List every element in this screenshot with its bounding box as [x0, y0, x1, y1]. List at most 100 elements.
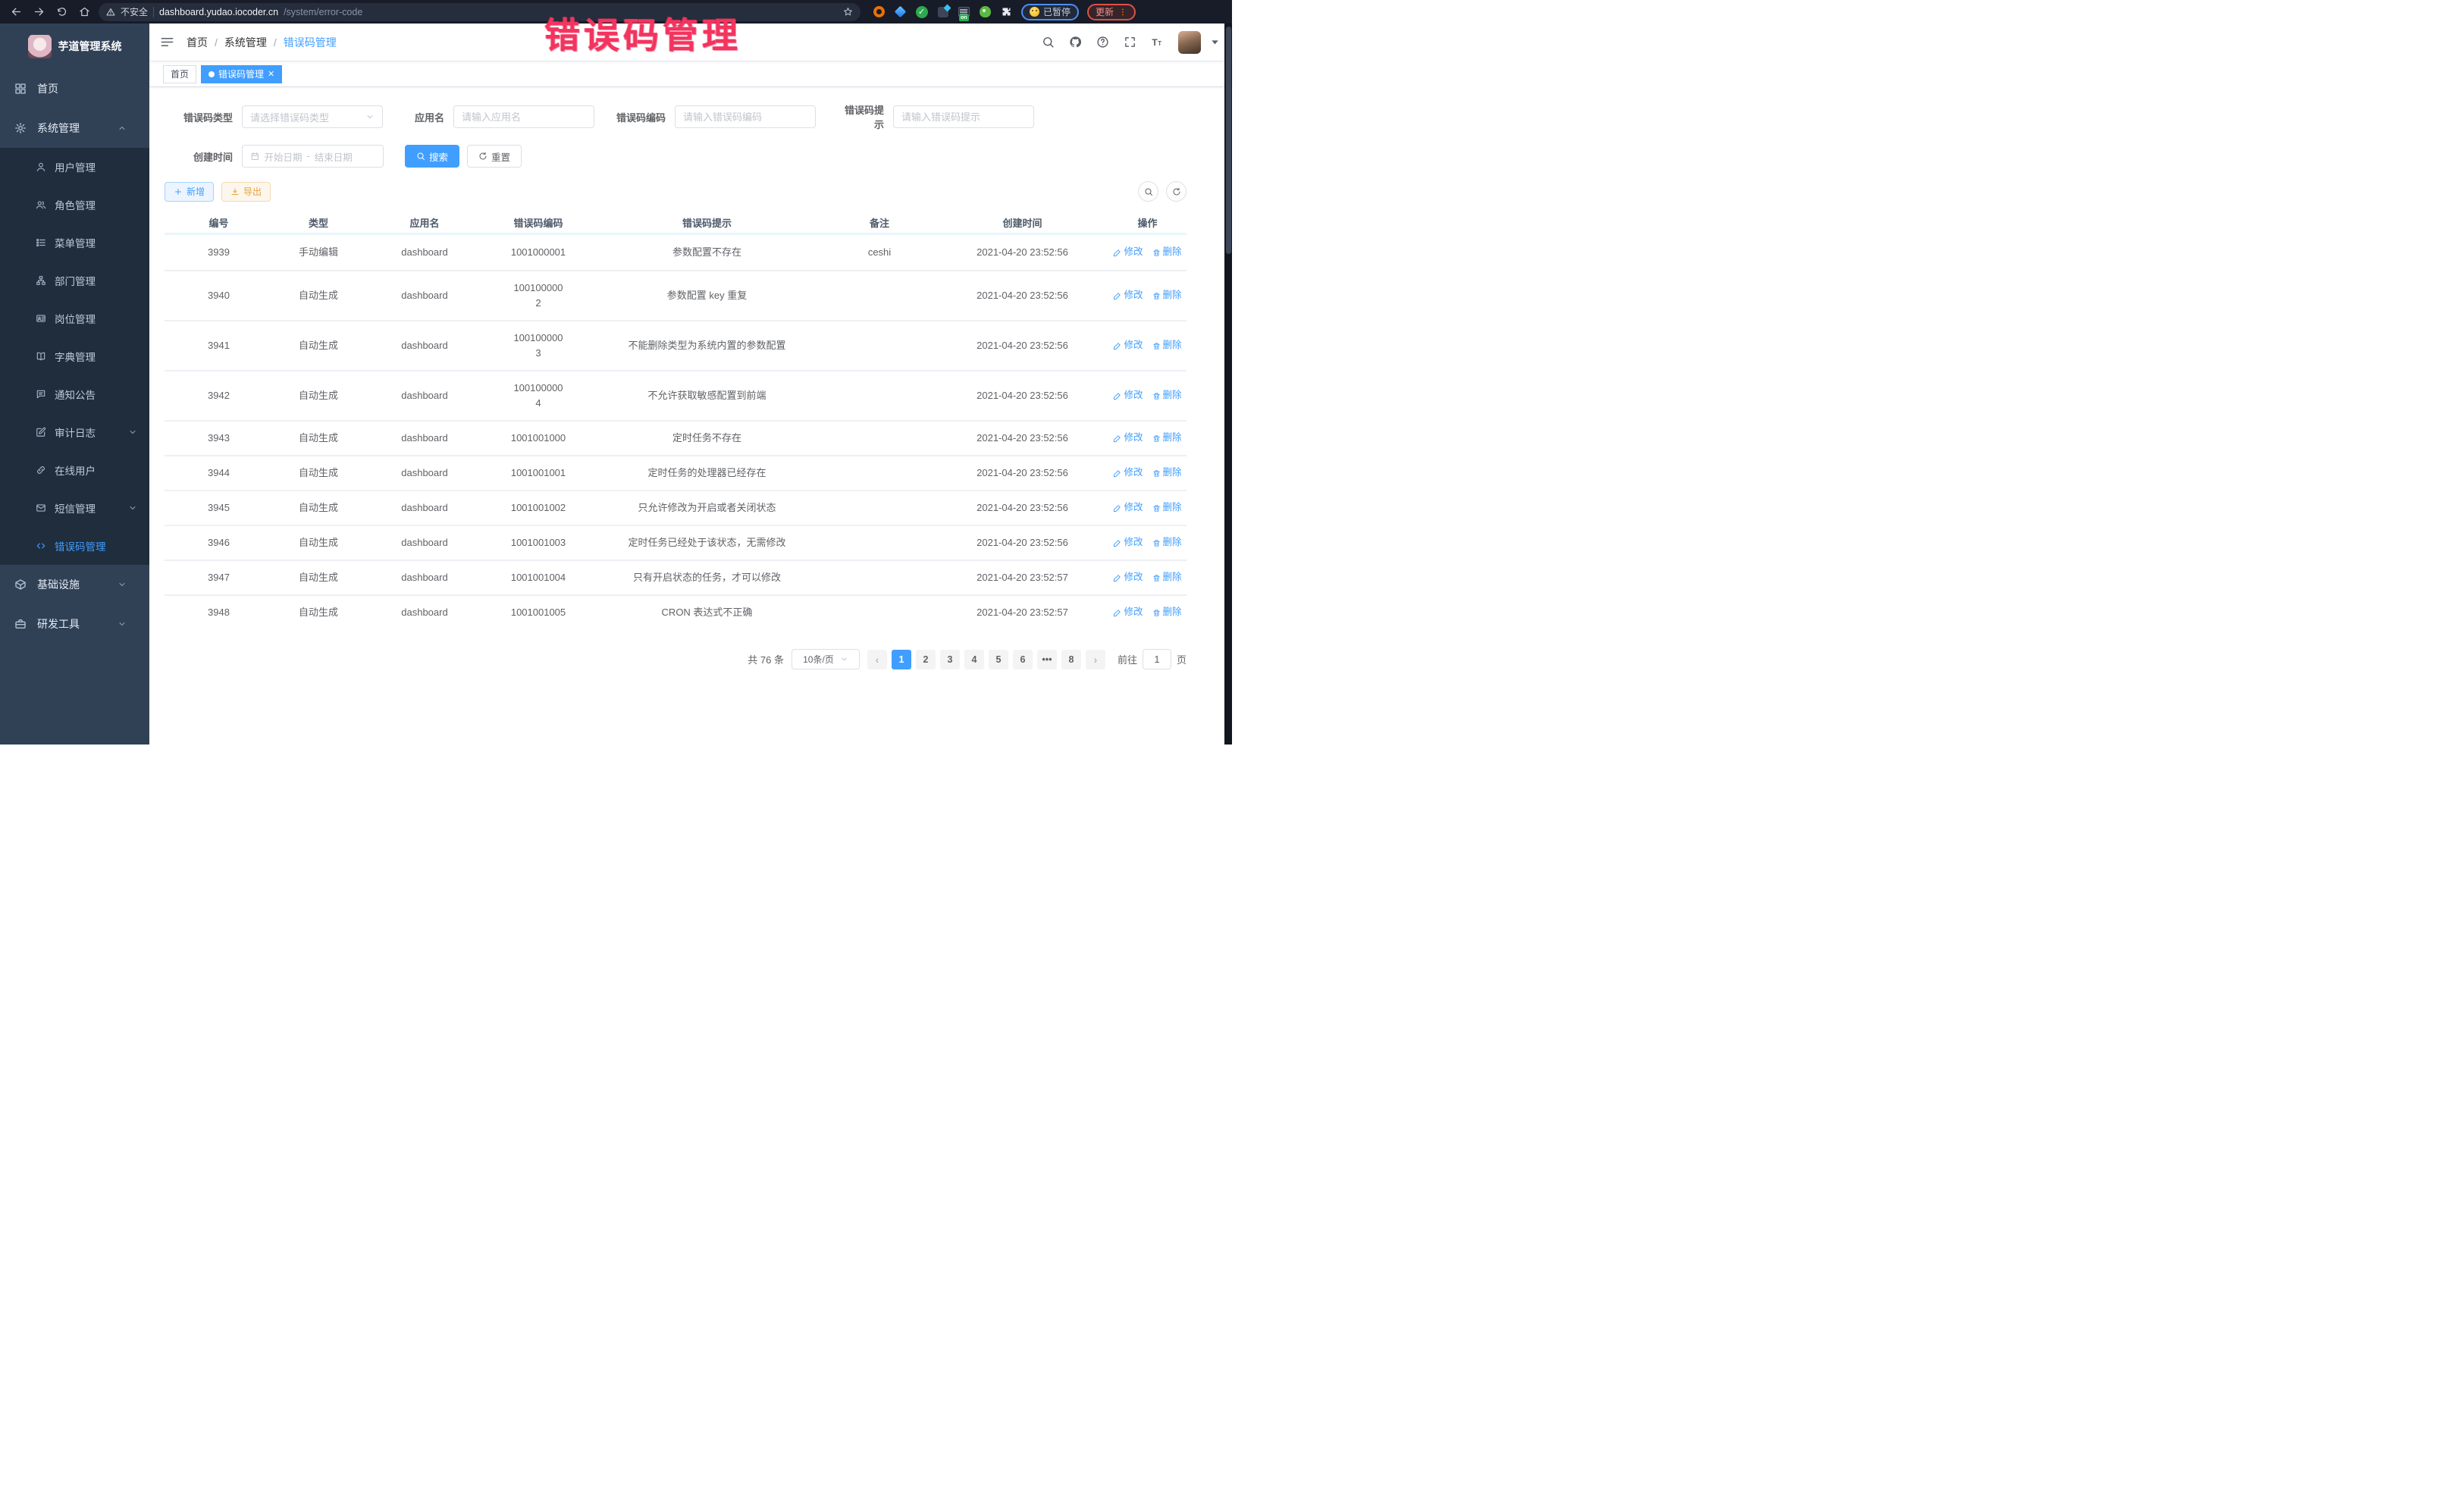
help-icon[interactable]	[1096, 36, 1109, 49]
edit-link[interactable]: 修改	[1113, 431, 1143, 445]
page-button[interactable]: 6	[1013, 650, 1033, 669]
cell-msg: 只有开启状态的任务，才可以修改	[591, 566, 823, 590]
cell-time: 2021-04-20 23:52:56	[936, 426, 1108, 450]
search-button-label: 搜索	[429, 149, 448, 164]
date-range-picker[interactable]: 开始日期 - 结束日期	[242, 145, 384, 168]
address-bar[interactable]: 不安全 dashboard.yudao.iocoder.cn/system/er…	[99, 3, 861, 21]
browser-reload-button[interactable]	[53, 4, 70, 20]
edit-link[interactable]: 修改	[1113, 605, 1143, 619]
sidebar-item-error-code[interactable]: 错误码管理	[0, 527, 149, 565]
sidebar-item-notice[interactable]: 通知公告	[0, 375, 149, 413]
github-icon[interactable]	[1069, 36, 1082, 49]
edit-link[interactable]: 修改	[1113, 338, 1143, 353]
browser-menu-icon[interactable]	[1118, 8, 1127, 17]
page-button[interactable]: 1	[892, 650, 911, 669]
extensions-puzzle-icon[interactable]	[1000, 5, 1013, 18]
sidebar-item-system[interactable]: 系统管理	[0, 108, 149, 148]
profile-paused-chip[interactable]: 已暂停	[1021, 4, 1079, 20]
sidebar-item-devtools[interactable]: 研发工具	[0, 604, 149, 644]
font-size-icon[interactable]: TT	[1151, 36, 1164, 49]
extension-gem-icon[interactable]	[894, 5, 907, 18]
page-size-select[interactable]: 10条/页	[792, 649, 860, 669]
sidebar-item-users[interactable]: 用户管理	[0, 148, 149, 186]
edit-link[interactable]: 修改	[1113, 466, 1143, 480]
tag-close-icon[interactable]: ✕	[268, 69, 274, 79]
sidebar-item-depts[interactable]: 部门管理	[0, 262, 149, 299]
error-code-type-select[interactable]: 请选择错误码类型	[242, 105, 383, 128]
extension-grid-icon[interactable]	[936, 5, 949, 18]
delete-link[interactable]: 删除	[1152, 570, 1182, 585]
cell-code: 100100000 2	[485, 276, 591, 315]
fullscreen-icon[interactable]	[1124, 36, 1136, 49]
breadcrumb-system[interactable]: 系统管理	[224, 35, 267, 50]
edit-link[interactable]: 修改	[1113, 388, 1143, 403]
delete-link[interactable]: 删除	[1152, 431, 1182, 445]
header-search-icon[interactable]	[1042, 36, 1055, 49]
hamburger-icon[interactable]	[160, 35, 174, 49]
bookmark-star-icon[interactable]	[843, 7, 853, 17]
browser-home-button[interactable]	[76, 4, 92, 20]
browser-back-button[interactable]	[8, 4, 24, 20]
edit-link[interactable]: 修改	[1113, 288, 1143, 303]
page-button[interactable]: 8	[1061, 650, 1081, 669]
scrollbar-thumb[interactable]	[1226, 27, 1231, 254]
edit-link[interactable]: 修改	[1113, 570, 1143, 585]
browser-forward-button[interactable]	[30, 4, 47, 20]
refresh-table-button[interactable]	[1166, 181, 1187, 202]
page-button[interactable]: ›	[1086, 650, 1105, 669]
delete-link[interactable]: 删除	[1152, 388, 1182, 403]
logo-image	[28, 35, 52, 58]
delete-link[interactable]: 删除	[1152, 338, 1182, 353]
page-button[interactable]: 4	[964, 650, 984, 669]
sidebar-item-home[interactable]: 首页	[0, 69, 149, 108]
delete-link[interactable]: 删除	[1152, 535, 1182, 550]
sidebar-item-online-users[interactable]: 在线用户	[0, 451, 149, 489]
sidebar-item-infra[interactable]: 基础设施	[0, 565, 149, 604]
export-button[interactable]: 导出	[221, 182, 271, 202]
tag-home[interactable]: 首页	[163, 65, 196, 83]
breadcrumb-home[interactable]: 首页	[187, 35, 208, 50]
tag-error-code[interactable]: 错误码管理 ✕	[201, 65, 282, 83]
sidebar-item-roles[interactable]: 角色管理	[0, 186, 149, 224]
extension-list-icon[interactable]: on	[958, 5, 970, 18]
cell-time: 2021-04-20 23:52:56	[936, 334, 1108, 358]
sidebar-logo[interactable]: 芋道管理系统	[0, 24, 149, 69]
page-button[interactable]: 5	[989, 650, 1008, 669]
cell-remark: ceshi	[823, 240, 936, 265]
edit-link[interactable]: 修改	[1113, 500, 1143, 515]
sidebar-item-menus[interactable]: 菜单管理	[0, 224, 149, 262]
delete-link[interactable]: 删除	[1152, 466, 1182, 480]
add-button[interactable]: 新增	[165, 182, 214, 202]
delete-link[interactable]: 删除	[1152, 288, 1182, 303]
avatar-caret-icon[interactable]	[1208, 36, 1221, 49]
sidebar-item-dict[interactable]: 字典管理	[0, 337, 149, 375]
extension-key-icon[interactable]	[979, 5, 992, 18]
reset-button[interactable]: 重置	[467, 145, 522, 168]
sidebar-item-sms[interactable]: 短信管理	[0, 489, 149, 527]
extension-target-icon[interactable]	[873, 5, 886, 18]
cell-app: dashboard	[364, 531, 485, 555]
breadcrumb-error-code[interactable]: 错误码管理	[284, 35, 337, 50]
page-button[interactable]: 2	[916, 650, 936, 669]
page-button[interactable]: •••	[1037, 650, 1057, 669]
cell-type: 手动编辑	[273, 240, 364, 265]
browser-update-button[interactable]: 更新	[1087, 4, 1136, 20]
edit-link[interactable]: 修改	[1113, 535, 1143, 550]
error-msg-input[interactable]	[901, 111, 1026, 123]
cell-remark	[823, 291, 936, 300]
app-name-input[interactable]	[462, 111, 586, 123]
error-code-input[interactable]	[683, 111, 807, 123]
delete-link[interactable]: 删除	[1152, 605, 1182, 619]
user-avatar[interactable]	[1178, 31, 1201, 54]
page-button[interactable]: ‹	[867, 650, 887, 669]
goto-page-input[interactable]	[1143, 649, 1171, 669]
delete-link[interactable]: 删除	[1152, 245, 1182, 259]
extension-check-icon[interactable]: ✓	[915, 5, 928, 18]
edit-link[interactable]: 修改	[1113, 245, 1143, 259]
page-button[interactable]: 3	[940, 650, 960, 669]
search-button[interactable]: 搜索	[405, 145, 459, 168]
sidebar-item-posts[interactable]: 岗位管理	[0, 299, 149, 337]
toggle-search-button[interactable]	[1138, 181, 1158, 202]
sidebar-item-audit-log[interactable]: 审计日志	[0, 413, 149, 451]
delete-link[interactable]: 删除	[1152, 500, 1182, 515]
